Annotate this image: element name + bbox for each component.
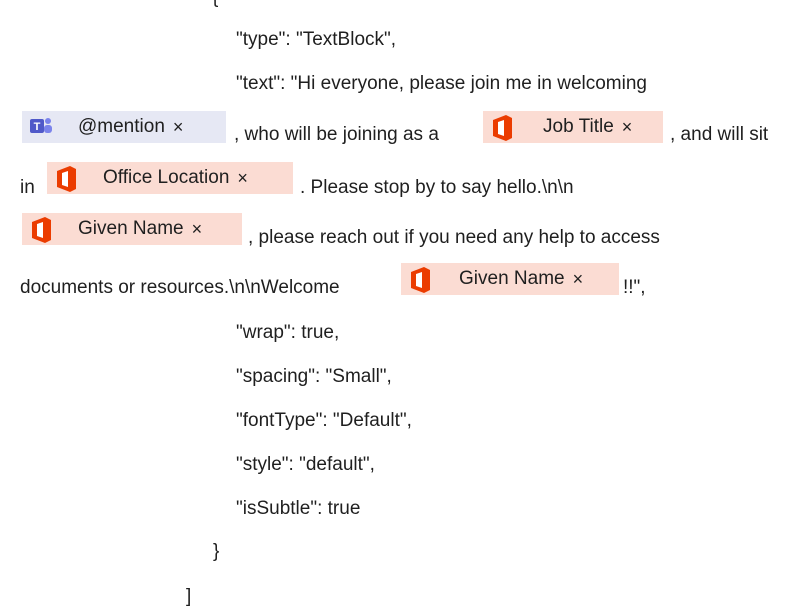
code-close-brace: } bbox=[213, 541, 220, 562]
teams-icon: T bbox=[28, 114, 54, 140]
token-given-name-2-remove-icon[interactable]: × bbox=[573, 269, 584, 290]
token-job-title-label: Job Title bbox=[543, 116, 614, 137]
code-seg-after-given-1: , please reach out if you need any help … bbox=[248, 227, 660, 248]
token-office-location-label: Office Location bbox=[103, 167, 230, 188]
token-mention[interactable]: T @mention × bbox=[22, 111, 226, 143]
code-seg-docs: documents or resources.\n\nWelcome bbox=[20, 277, 340, 298]
svg-text:T: T bbox=[34, 121, 41, 133]
code-line-spacing: "spacing": "Small", bbox=[236, 366, 392, 387]
token-office-location-remove-icon[interactable]: × bbox=[237, 168, 248, 189]
token-mention-label: @mention bbox=[78, 116, 165, 137]
code-line-issubtle: "isSubtle": true bbox=[236, 498, 361, 519]
office-icon bbox=[28, 216, 54, 243]
token-given-name-1-remove-icon[interactable]: × bbox=[192, 219, 203, 240]
code-seg-after-mention: , who will be joining as a bbox=[234, 124, 439, 145]
token-mention-remove-icon[interactable]: × bbox=[173, 117, 184, 138]
code-open-brace: { bbox=[212, 0, 218, 9]
token-office-location[interactable]: Office Location × bbox=[47, 162, 293, 194]
token-job-title-remove-icon[interactable]: × bbox=[622, 117, 633, 138]
code-line-fonttype: "fontType": "Default", bbox=[236, 410, 412, 431]
code-line-text-start: "text": "Hi everyone, please join me in … bbox=[236, 73, 647, 94]
token-given-name-2-label: Given Name bbox=[459, 268, 565, 289]
office-icon bbox=[53, 165, 79, 192]
code-line-style: "style": "default", bbox=[236, 454, 375, 475]
code-seg-after-office: . Please stop by to say hello.\n\n bbox=[300, 177, 574, 198]
token-job-title[interactable]: Job Title × bbox=[483, 111, 663, 143]
code-seg-after-jobtitle: , and will sit bbox=[670, 124, 769, 145]
code-close-bracket: ] bbox=[186, 586, 192, 607]
token-given-name-1[interactable]: Given Name × bbox=[22, 213, 242, 245]
office-icon bbox=[407, 266, 433, 293]
code-line-type: "type": "TextBlock", bbox=[236, 29, 397, 50]
code-seg-in: in bbox=[20, 177, 35, 198]
code-seg-end: !!", bbox=[623, 277, 646, 298]
code-line-wrap: "wrap": true, bbox=[236, 322, 340, 343]
token-given-name-2[interactable]: Given Name × bbox=[401, 263, 619, 295]
token-given-name-1-label: Given Name bbox=[78, 218, 184, 239]
office-icon bbox=[489, 114, 515, 141]
